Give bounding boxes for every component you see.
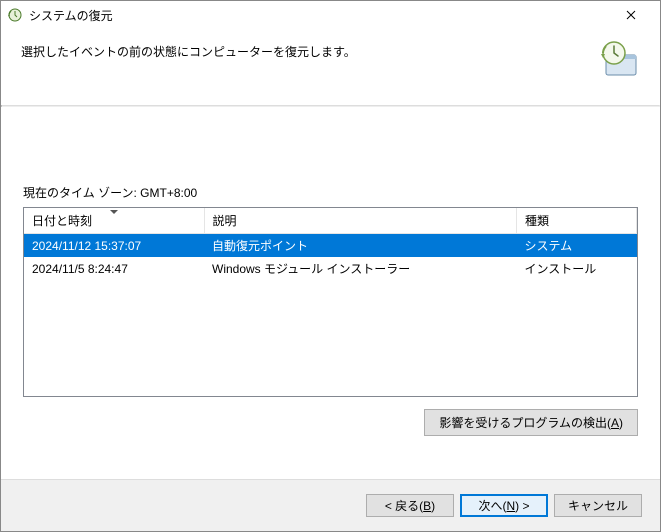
- cell-date: 2024/11/5 8:24:47: [24, 257, 204, 280]
- cell-desc: 自動復元ポイント: [204, 234, 517, 258]
- close-button[interactable]: [614, 1, 654, 29]
- restore-points-table[interactable]: 日付と時刻 説明 種類 2024/11/12 15:37:07自動復元ポイントシ…: [23, 207, 638, 397]
- table-row-empty: [24, 298, 637, 316]
- titlebar: システムの復元: [1, 1, 660, 29]
- cell-desc: Windows モジュール インストーラー: [204, 257, 517, 280]
- header-area: 選択したイベントの前の状態にコンピューターを復元します。: [1, 29, 660, 105]
- scan-affected-button[interactable]: 影響を受けるプログラムの検出(A): [424, 409, 638, 436]
- table-header-row: 日付と時刻 説明 種類: [24, 208, 637, 234]
- cell-type: インストール: [517, 257, 637, 280]
- titlebar-title: システムの復元: [29, 7, 614, 24]
- table-row[interactable]: 2024/11/5 8:24:47Windows モジュール インストーラーイン…: [24, 257, 637, 280]
- table-row-empty: [24, 280, 637, 298]
- wizard-footer: < 戻る(B) 次へ(N) > キャンセル: [1, 479, 660, 531]
- table-row-empty: [24, 352, 637, 370]
- cell-type: システム: [517, 234, 637, 258]
- table-row-empty: [24, 334, 637, 352]
- timezone-label: 現在のタイム ゾーン: GMT+8:00: [23, 184, 638, 201]
- table-row[interactable]: 2024/11/12 15:37:07自動復元ポイントシステム: [24, 234, 637, 258]
- col-header-date[interactable]: 日付と時刻: [24, 208, 204, 234]
- system-restore-window: システムの復元 選択したイベントの前の状態にコンピューターを復元します。 現在の…: [0, 0, 661, 532]
- col-header-desc[interactable]: 説明: [204, 208, 517, 234]
- back-button[interactable]: < 戻る(B): [366, 494, 454, 517]
- header-instruction: 選択したイベントの前の状態にコンピューターを復元します。: [21, 43, 640, 60]
- cell-date: 2024/11/12 15:37:07: [24, 234, 204, 258]
- col-header-type[interactable]: 種類: [517, 208, 637, 234]
- next-button[interactable]: 次へ(N) >: [460, 494, 548, 517]
- table-row-empty: [24, 316, 637, 334]
- system-restore-icon: [7, 7, 23, 23]
- table-row-empty: [24, 388, 637, 397]
- content-area: 現在のタイム ゾーン: GMT+8:00 日付と時刻 説明 種類 2024/11…: [1, 107, 660, 479]
- cancel-button[interactable]: キャンセル: [554, 494, 642, 517]
- restore-clock-icon: [598, 37, 642, 81]
- close-icon: [626, 10, 636, 20]
- table-row-empty: [24, 370, 637, 388]
